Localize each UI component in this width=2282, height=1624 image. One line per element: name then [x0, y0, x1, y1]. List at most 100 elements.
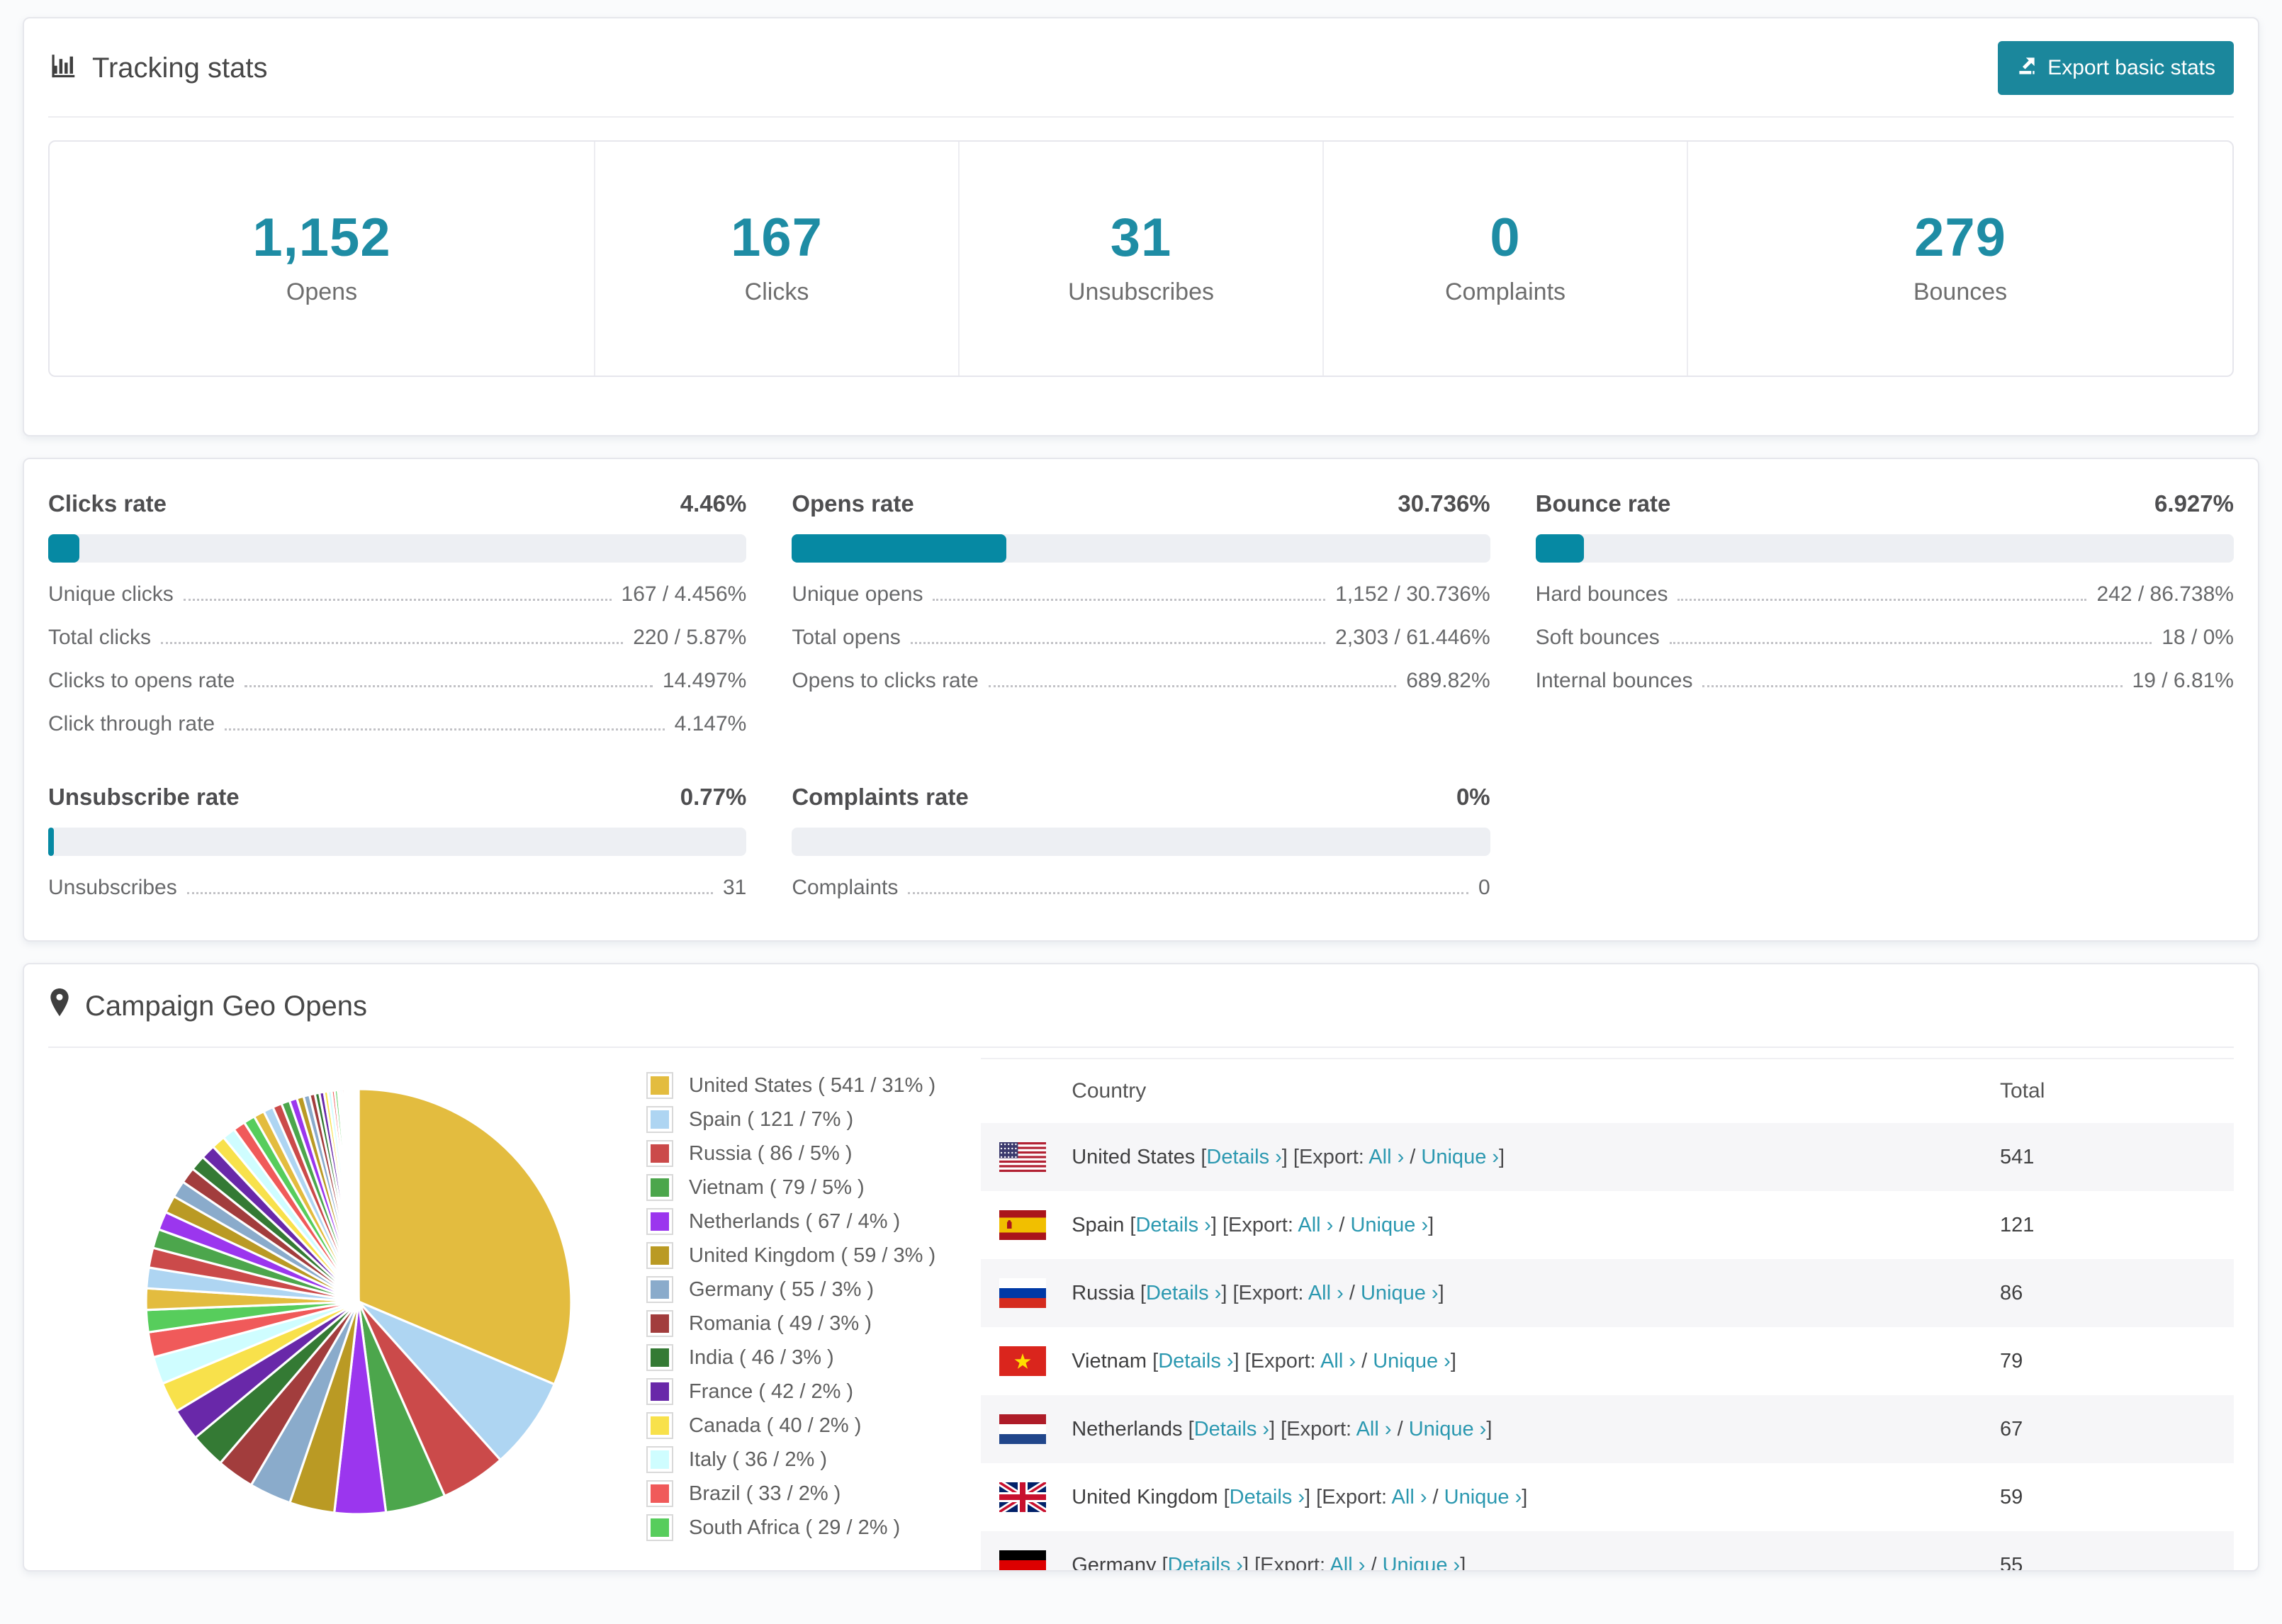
legend-item: South Africa ( 29 / 2% ) [646, 1514, 935, 1541]
legend-item: United Kingdom ( 59 / 3% ) [646, 1242, 935, 1269]
rate-detail-row: Soft bounces 18 / 0% [1536, 626, 2234, 649]
legend-label: Brazil ( 33 / 2% ) [689, 1482, 841, 1505]
country-flag-icon [999, 1142, 1047, 1172]
geo-body: United States ( 541 / 31% ) Spain ( 121 … [24, 1048, 2258, 1570]
export-basic-stats-button[interactable]: Export basic stats [1998, 41, 2234, 95]
rate-detail-row: Unique opens 1,152 / 30.736% [792, 582, 1490, 606]
export-unique-link[interactable]: Unique › [1361, 1282, 1439, 1304]
rate-title: Unsubscribe rate [48, 784, 240, 810]
detail-value: 220 / 5.87% [633, 626, 747, 649]
export-unique-link[interactable]: Unique › [1373, 1350, 1451, 1372]
tracking-stats-header: Tracking stats Export basic stats [24, 18, 2258, 116]
progress-bar [48, 534, 747, 563]
country-table-row: Germany [Details ›] [Export: All › / Uni… [981, 1531, 2234, 1570]
export-unique-link[interactable]: Unique › [1383, 1554, 1461, 1571]
export-unique-link[interactable]: Unique › [1421, 1146, 1499, 1168]
legend-label: South Africa ( 29 / 2% ) [689, 1516, 901, 1539]
campaign-geo-opens-card: Campaign Geo Opens United States ( 541 /… [23, 963, 2259, 1572]
country-total: 541 [2000, 1145, 2035, 1168]
legend-swatch [646, 1344, 673, 1371]
details-link[interactable]: Details › [1158, 1350, 1233, 1372]
legend-label: Netherlands ( 67 / 4% ) [689, 1209, 901, 1233]
dotted-leader [1702, 685, 2123, 687]
dotted-leader [161, 642, 624, 644]
rate-percent: 0% [1456, 784, 1490, 810]
rate-detail-row: Total clicks 220 / 5.87% [48, 626, 746, 649]
detail-value: 19 / 6.81% [2132, 669, 2234, 692]
detail-value: 689.82% [1406, 669, 1490, 692]
progress-bar [48, 828, 747, 856]
country-cell: Vietnam [Details ›] [Export: All › / Uni… [1072, 1349, 1456, 1372]
rate-detail-row: Hard bounces 242 / 86.738% [1536, 582, 2234, 606]
stat-label: Unsubscribes [1068, 278, 1214, 305]
country-flag-icon [999, 1550, 1047, 1570]
export-unique-link[interactable]: Unique › [1350, 1214, 1428, 1236]
details-link[interactable]: Details › [1206, 1146, 1281, 1168]
stat-box: 1,152 Opens [50, 142, 594, 376]
export-all-link[interactable]: All › [1330, 1554, 1365, 1571]
export-all-link[interactable]: All › [1356, 1418, 1392, 1440]
progress-bar [792, 534, 1490, 563]
geo-section-title: Campaign Geo Opens [85, 990, 368, 1022]
bar-chart-icon [48, 51, 78, 85]
details-link[interactable]: Details › [1230, 1486, 1305, 1509]
detail-value: 14.497% [662, 669, 747, 692]
rate-percent: 30.736% [1398, 490, 1490, 517]
details-link[interactable]: Details › [1135, 1214, 1210, 1236]
dotted-leader [225, 728, 665, 731]
rate-detail-row: Click through rate 4.147% [48, 712, 746, 735]
map-pin-icon [48, 987, 71, 1025]
country-total: 86 [2000, 1281, 2023, 1304]
stat-value: 279 [1914, 208, 2006, 268]
detail-label: Internal bounces [1535, 669, 1693, 692]
export-unique-link[interactable]: Unique › [1444, 1486, 1522, 1509]
details-link[interactable]: Details › [1168, 1554, 1243, 1571]
progress-bar-fill [792, 534, 1007, 563]
details-link[interactable]: Details › [1194, 1418, 1269, 1440]
country-name: United States [1072, 1145, 1196, 1168]
country-flag-icon [999, 1414, 1047, 1444]
progress-bar-fill [1535, 534, 1584, 563]
export-all-link[interactable]: All › [1298, 1214, 1333, 1236]
rate-title: Bounce rate [1535, 490, 1671, 517]
stat-label: Complaints [1444, 278, 1566, 305]
stat-label: Bounces [1913, 278, 2008, 305]
legend-swatch [646, 1140, 673, 1167]
export-all-link[interactable]: All › [1392, 1486, 1427, 1509]
rate-detail-row: Unique clicks 167 / 4.456% [48, 582, 746, 606]
legend-swatch [646, 1412, 673, 1439]
export-all-link[interactable]: All › [1320, 1350, 1356, 1372]
rate-title: Complaints rate [792, 784, 969, 810]
legend-item: France ( 42 / 2% ) [646, 1378, 935, 1405]
legend-swatch [646, 1446, 673, 1473]
export-all-link[interactable]: All › [1368, 1146, 1404, 1168]
export-icon [2016, 55, 2038, 81]
details-link[interactable]: Details › [1146, 1282, 1221, 1304]
export-all-link[interactable]: All › [1308, 1282, 1344, 1304]
dotted-leader [988, 685, 1397, 687]
country-name: Vietnam [1072, 1349, 1147, 1372]
rate-percent: 6.927% [2154, 490, 2234, 517]
legend-label: United Kingdom ( 59 / 3% ) [689, 1244, 936, 1267]
legend-item: Canada ( 40 / 2% ) [646, 1412, 935, 1439]
legend-swatch [646, 1480, 673, 1507]
rate-section: Bounce rate 6.927% Hard bounces 242 / 86… [1535, 490, 2234, 735]
tracking-stats-page: Tracking stats Export basic stats 1,152 … [0, 0, 2282, 1572]
progress-bar [1535, 534, 2234, 563]
progress-bar-fill [48, 534, 79, 563]
legend-swatch [646, 1174, 673, 1201]
export-unique-link[interactable]: Unique › [1409, 1418, 1487, 1440]
country-name: United Kingdom [1072, 1485, 1218, 1509]
rates-card: Clicks rate 4.46% Unique clicks 167 / 4.… [23, 458, 2259, 942]
geo-legend: United States ( 541 / 31% ) Spain ( 121 … [646, 1058, 935, 1548]
detail-value: 167 / 4.456% [621, 582, 747, 606]
dotted-leader [183, 599, 612, 601]
legend-item: Spain ( 121 / 7% ) [646, 1106, 935, 1133]
detail-label: Complaints [792, 876, 899, 899]
country-cell: United Kingdom [Details ›] [Export: All … [1072, 1485, 1528, 1509]
rate-detail-row: Internal bounces 19 / 6.81% [1536, 669, 2234, 692]
geo-title: Campaign Geo Opens [48, 987, 367, 1025]
stat-value: 0 [1490, 208, 1521, 268]
tracking-stats-card: Tracking stats Export basic stats 1,152 … [23, 17, 2259, 436]
legend-swatch [646, 1242, 673, 1269]
